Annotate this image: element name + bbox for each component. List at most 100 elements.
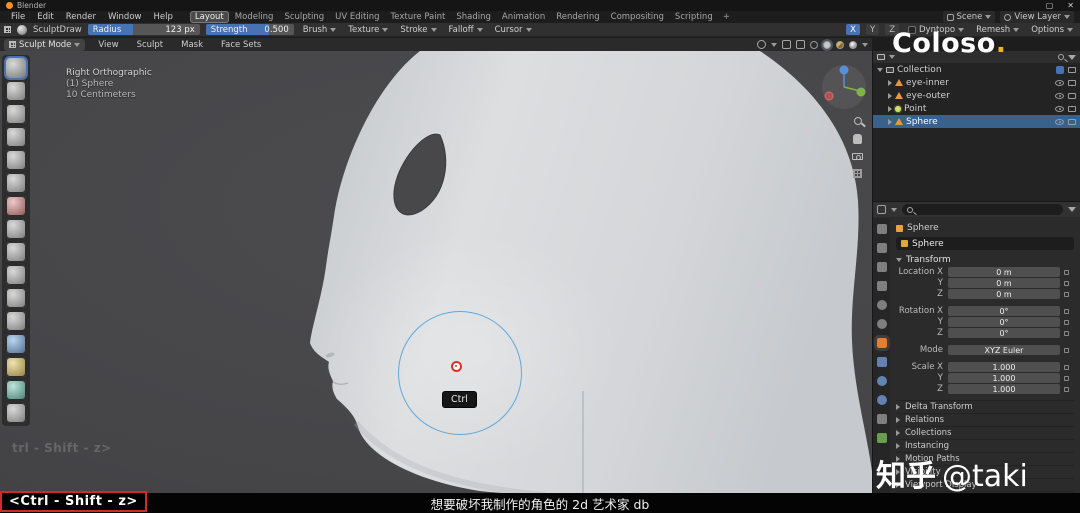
lock-icon[interactable]	[1064, 347, 1069, 353]
menu-face-sets[interactable]: Face Sets	[216, 40, 266, 50]
pivot-point-icon[interactable]	[757, 40, 766, 49]
transform-section-header[interactable]: Transform	[896, 253, 1074, 266]
menu-window[interactable]: Window	[103, 12, 147, 22]
workspace-tab-scripting[interactable]: Scripting	[670, 11, 718, 23]
field-value[interactable]: 1.000	[948, 384, 1060, 394]
tab-particles-icon[interactable]	[876, 376, 887, 386]
shading-solid-icon[interactable]	[823, 40, 831, 49]
tab-output-icon[interactable]	[876, 262, 887, 272]
field-value[interactable]: 0 m	[948, 267, 1060, 277]
brush-cursor-circle[interactable]	[398, 311, 522, 435]
tab-object-icon[interactable]	[873, 335, 890, 351]
brush-inflate-icon[interactable]	[6, 173, 26, 193]
outliner-row-point[interactable]: Point	[873, 102, 1080, 115]
show-overlays-icon[interactable]	[782, 40, 791, 49]
scene-selector[interactable]: Scene	[942, 11, 996, 23]
radius-slider[interactable]: Radius 123 px	[87, 24, 200, 35]
maximize-button[interactable]: ▢	[1046, 1, 1054, 10]
lock-icon[interactable]	[1064, 319, 1069, 325]
field-value[interactable]: 0°	[948, 317, 1060, 327]
brush-scrape-icon[interactable]	[6, 288, 26, 308]
close-button[interactable]: ✕	[1067, 1, 1074, 10]
brush-clay-strips-icon[interactable]	[6, 127, 26, 147]
pan-hand-icon[interactable]	[853, 134, 862, 144]
cursor-dropdown[interactable]: Cursor	[492, 25, 535, 35]
properties-editor-icon[interactable]	[877, 205, 886, 214]
camera-view-icon[interactable]	[852, 153, 863, 160]
menu-edit[interactable]: Edit	[32, 12, 58, 22]
lock-icon[interactable]	[1064, 375, 1069, 381]
workspace-tab-uv-editing[interactable]: UV Editing	[330, 11, 384, 23]
brush-mask-icon[interactable]	[6, 380, 26, 400]
tab-physics-icon[interactable]	[876, 395, 887, 405]
strength-slider[interactable]: Strength 0.500	[205, 24, 294, 35]
shading-rendered-icon[interactable]	[849, 40, 857, 49]
outliner-row-eye-outer[interactable]: eye-outer	[873, 89, 1080, 102]
menu-file[interactable]: File	[6, 12, 30, 22]
hide-in-viewport-icon[interactable]	[1055, 118, 1064, 125]
field-value[interactable]: 1.000	[948, 373, 1060, 383]
lock-icon[interactable]	[1064, 330, 1069, 336]
disable-in-render-icon[interactable]	[1068, 92, 1076, 99]
brush-annotate-icon[interactable]	[6, 403, 26, 423]
add-workspace-button[interactable]: +	[719, 12, 734, 22]
brush-draw-icon[interactable]	[6, 58, 26, 78]
stroke-dropdown[interactable]: Stroke	[397, 25, 439, 35]
grid-toggle-icon[interactable]	[853, 169, 862, 178]
disable-in-render-icon[interactable]	[1068, 118, 1076, 125]
workspace-tab-texture-paint[interactable]: Texture Paint	[386, 11, 451, 23]
workspace-tab-layout[interactable]: Layout	[189, 11, 229, 23]
workspace-tab-rendering[interactable]: Rendering	[551, 11, 604, 23]
tab-render-icon[interactable]	[876, 243, 887, 253]
outliner-row-collection[interactable]: Collection	[873, 63, 1080, 76]
brush-dropdown[interactable]: Brush	[300, 25, 340, 35]
tab-world-icon[interactable]	[876, 319, 887, 329]
object-name-field[interactable]: Sphere	[896, 237, 1074, 250]
disclosure-icon[interactable]	[877, 67, 883, 72]
tab-view-layer-icon[interactable]	[876, 281, 887, 291]
lock-icon[interactable]	[1064, 291, 1069, 297]
disable-in-render-icon[interactable]	[1068, 105, 1076, 112]
search-icon[interactable]	[1058, 54, 1064, 60]
shading-wireframe-icon[interactable]	[810, 40, 818, 49]
brush-smooth-icon[interactable]	[6, 242, 26, 262]
field-value[interactable]: 0°	[948, 328, 1060, 338]
workspace-tab-sculpting[interactable]: Sculpting	[279, 11, 329, 23]
field-value[interactable]: 0 m	[948, 278, 1060, 288]
menu-mask[interactable]: Mask	[176, 40, 208, 50]
workspace-tab-compositing[interactable]: Compositing	[606, 11, 669, 23]
properties-search-input[interactable]	[902, 204, 1063, 215]
tab-object-data-icon[interactable]	[876, 433, 887, 443]
lock-icon[interactable]	[1064, 386, 1069, 392]
section-delta-transform[interactable]: Delta Transform	[896, 400, 1074, 413]
disable-in-viewport-icon[interactable]	[1068, 66, 1076, 73]
workspace-tab-animation[interactable]: Animation	[497, 11, 550, 23]
gizmo-z-axis[interactable]	[839, 65, 849, 75]
tab-modifiers-icon[interactable]	[876, 357, 887, 367]
brush-draw-sharp-icon[interactable]	[6, 81, 26, 101]
mode-selector[interactable]: Sculpt Mode	[4, 38, 86, 51]
disclosure-icon[interactable]	[888, 105, 892, 112]
lock-icon[interactable]	[1064, 308, 1069, 314]
brush-clay-icon[interactable]	[6, 104, 26, 124]
tab-scene-icon[interactable]	[876, 300, 887, 310]
brush-pinch-icon[interactable]	[6, 311, 26, 331]
navigation-gizmo[interactable]	[820, 63, 868, 111]
viewport-3d[interactable]: Right Orthographic (1) Sphere 10 Centime…	[0, 51, 872, 495]
section-collections[interactable]: Collections	[896, 426, 1074, 439]
falloff-dropdown[interactable]: Falloff	[446, 25, 486, 35]
outliner-row-eye-inner[interactable]: eye-inner	[873, 76, 1080, 89]
gizmo-y-axis[interactable]	[856, 87, 866, 97]
hide-in-viewport-icon[interactable]	[1055, 105, 1064, 112]
disclosure-icon[interactable]	[888, 92, 892, 99]
mirror-x-toggle[interactable]: X	[846, 24, 860, 35]
xray-toggle-icon[interactable]	[796, 40, 805, 49]
menu-render[interactable]: Render	[61, 12, 101, 22]
tab-constraints-icon[interactable]	[876, 414, 887, 424]
view-layer-selector[interactable]: View Layer	[1000, 11, 1074, 23]
disclosure-icon[interactable]	[888, 79, 892, 86]
brush-layer-icon[interactable]	[6, 150, 26, 170]
lock-icon[interactable]	[1064, 364, 1069, 370]
hide-in-viewport-icon[interactable]	[1055, 79, 1064, 86]
menu-help[interactable]: Help	[148, 12, 177, 22]
